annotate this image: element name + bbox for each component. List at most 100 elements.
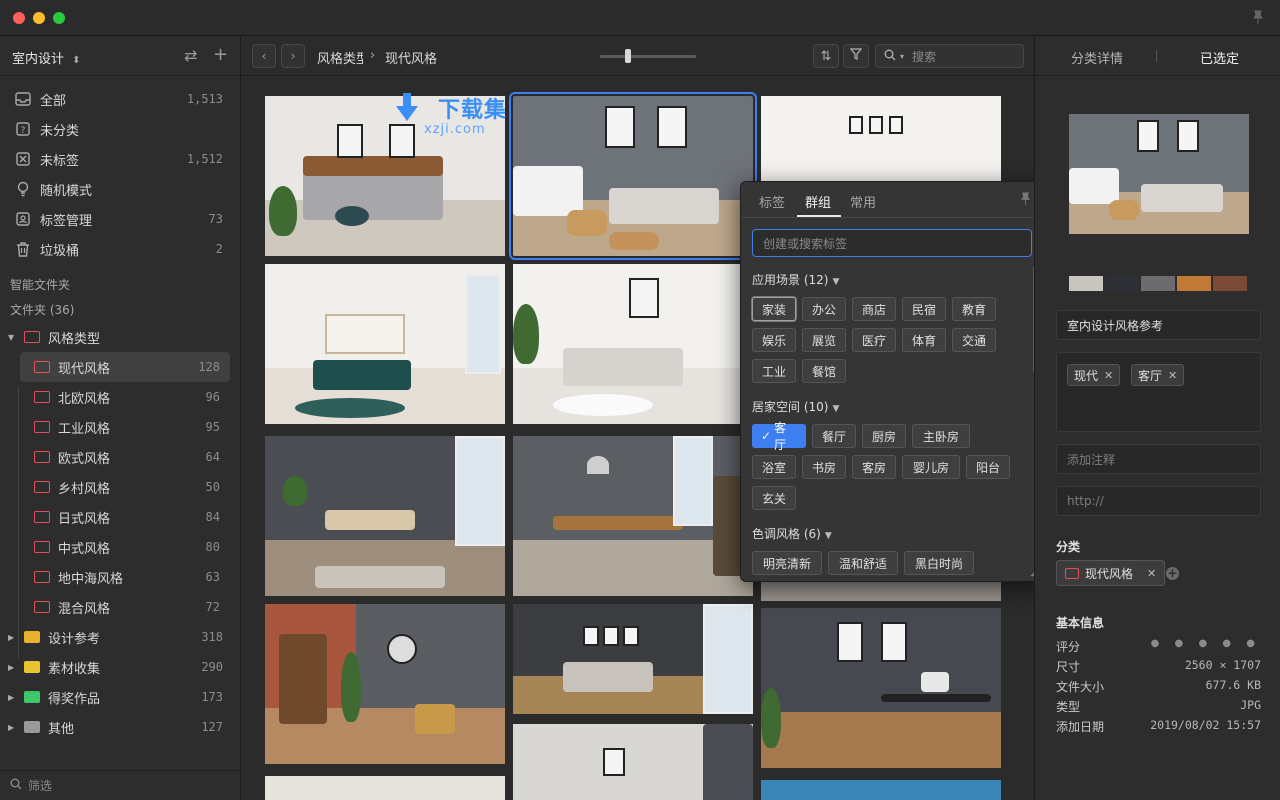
back-button[interactable]: ‹ xyxy=(252,44,276,68)
image-thumbnail-selected[interactable] xyxy=(509,92,757,260)
chevron-right-icon[interactable]: ▶ xyxy=(8,723,18,732)
nav-tag-manage[interactable]: 标签管理 73 xyxy=(8,204,233,234)
tag-chip[interactable]: 工业 xyxy=(752,359,796,383)
tag-chip[interactable]: 家装 xyxy=(752,297,796,321)
color-swatch[interactable] xyxy=(1177,276,1211,291)
color-swatch[interactable] xyxy=(1069,276,1103,291)
pin-icon[interactable] xyxy=(1252,10,1264,28)
color-swatch[interactable] xyxy=(1105,276,1139,291)
search-input[interactable]: 搜索 xyxy=(912,48,936,65)
image-thumbnail[interactable] xyxy=(513,604,753,714)
rating-stars[interactable]: ● ● ● ● ● xyxy=(1151,638,1261,649)
tag-chip[interactable]: 餐馆 xyxy=(802,359,846,383)
chevron-down-icon[interactable]: ▾ xyxy=(900,52,904,61)
image-thumbnail[interactable] xyxy=(513,436,753,596)
folder-industrial[interactable]: 工业风格 95 xyxy=(20,412,230,442)
tag-chip[interactable]: 商店 xyxy=(852,297,896,321)
pin-icon[interactable] xyxy=(1020,192,1031,208)
nav-untagged[interactable]: 未标签 1,512 xyxy=(8,144,233,174)
remove-tag-icon[interactable]: ✕ xyxy=(1168,369,1177,382)
library-switcher[interactable]: 室内设计 ⬍ xyxy=(12,48,81,67)
tag-chip[interactable]: 展览 xyxy=(802,328,846,352)
slider-handle[interactable] xyxy=(625,49,631,63)
folder-other[interactable]: ▶ 其他 127 xyxy=(8,712,233,742)
group-title-color-tones[interactable]: 色调风格 (6) ▼ xyxy=(752,525,832,542)
folder-japanese[interactable]: 日式风格 84 xyxy=(20,502,230,532)
zoom-window-button[interactable] xyxy=(53,12,65,24)
tag-chip-current[interactable]: 现代 ✕ xyxy=(1067,364,1121,386)
tag-chip[interactable]: 体育 xyxy=(902,328,946,352)
url-field[interactable]: http:// xyxy=(1056,486,1261,516)
tag-chip[interactable]: 民宿 xyxy=(902,297,946,321)
folder-european[interactable]: 欧式风格 64 xyxy=(20,442,230,472)
filter-input[interactable]: 筛选 xyxy=(28,777,52,794)
folder-modern[interactable]: 现代风格 128 xyxy=(20,352,230,382)
tag-chip[interactable]: 教育 xyxy=(952,297,996,321)
folder-awards[interactable]: ▶ 得奖作品 173 xyxy=(8,682,233,712)
swap-icon[interactable]: ⇄ xyxy=(184,46,197,65)
chevron-right-icon[interactable]: ▶ xyxy=(8,663,18,672)
tag-chip[interactable]: 黑白时尚 xyxy=(904,551,974,575)
nav-uncategorized[interactable]: ? 未分类 xyxy=(8,114,233,144)
chevron-right-icon[interactable]: ▶ xyxy=(8,693,18,702)
tab-category-details[interactable]: 分类详情 xyxy=(1071,48,1123,67)
image-thumbnail[interactable] xyxy=(265,604,505,764)
tag-chip[interactable]: 厨房 xyxy=(862,424,906,448)
image-thumbnail[interactable] xyxy=(265,264,505,424)
search-field[interactable]: ▾ 搜索 xyxy=(875,44,1024,68)
minimize-window-button[interactable] xyxy=(33,12,45,24)
forward-button[interactable]: › xyxy=(281,44,305,68)
folder-design-reference[interactable]: ▶ 设计参考 318 xyxy=(8,622,233,652)
tag-chip[interactable]: 餐厅 xyxy=(812,424,856,448)
tag-chip[interactable]: 浴室 xyxy=(752,455,796,479)
tag-chip-checked[interactable]: ✓ 客厅 xyxy=(752,421,806,452)
tab-selected[interactable]: 已选定 xyxy=(1200,48,1239,67)
folder-mediterranean[interactable]: 地中海风格 63 xyxy=(20,562,230,592)
image-thumbnail[interactable] xyxy=(513,724,753,800)
sort-button[interactable]: ⇅ xyxy=(813,44,839,68)
folder-country[interactable]: 乡村风格 50 xyxy=(20,472,230,502)
folder-chinese[interactable]: 中式风格 80 xyxy=(20,532,230,562)
smart-folders-header[interactable]: 智能文件夹 xyxy=(10,276,70,293)
image-thumbnail[interactable] xyxy=(265,776,505,800)
tag-chip[interactable]: 婴儿房 xyxy=(902,455,960,479)
group-title-scenes[interactable]: 应用场景 (12) ▼ xyxy=(752,271,839,288)
filter-bar[interactable]: 筛选 xyxy=(0,770,241,800)
image-thumbnail[interactable] xyxy=(513,264,753,424)
folder-mixed[interactable]: 混合风格 72 xyxy=(20,592,230,622)
remove-category-icon[interactable]: ✕ xyxy=(1147,567,1156,580)
nav-all[interactable]: 全部 1,513 xyxy=(8,84,233,114)
folder-nordic[interactable]: 北欧风格 96 xyxy=(20,382,230,412)
image-thumbnail[interactable] xyxy=(761,608,1001,768)
image-preview[interactable] xyxy=(1069,114,1249,234)
tag-chip[interactable]: 办公 xyxy=(802,297,846,321)
close-window-button[interactable] xyxy=(13,12,25,24)
nav-random[interactable]: 随机模式 xyxy=(8,174,233,204)
tab-common[interactable]: 常用 xyxy=(850,192,876,211)
tag-chip[interactable]: 书房 xyxy=(802,455,846,479)
folder-materials[interactable]: ▶ 素材收集 290 xyxy=(8,652,233,682)
tag-chip[interactable]: 客房 xyxy=(852,455,896,479)
image-thumbnail[interactable] xyxy=(761,780,1001,800)
category-chip[interactable]: 现代风格 ✕ xyxy=(1056,560,1166,586)
tag-chip[interactable]: 主卧房 xyxy=(912,424,970,448)
tags-field[interactable]: 现代 ✕ 客厅 ✕ xyxy=(1056,352,1261,432)
chevron-right-icon[interactable]: ▶ xyxy=(8,633,18,642)
nav-trash[interactable]: 垃圾桶 2 xyxy=(8,234,233,264)
group-title-home-spaces[interactable]: 居家空间 (10) ▼ xyxy=(752,398,839,415)
image-thumbnail[interactable] xyxy=(265,436,505,596)
color-swatch[interactable] xyxy=(1141,276,1175,291)
color-swatch[interactable] xyxy=(1213,276,1247,291)
title-field[interactable]: 室内设计风格参考 xyxy=(1056,310,1261,340)
notes-field[interactable]: 添加注释 xyxy=(1056,444,1261,474)
add-icon[interactable]: + xyxy=(213,44,228,65)
tag-chip[interactable]: 交通 xyxy=(952,328,996,352)
tag-search-input[interactable]: 创建或搜索标签 xyxy=(752,229,1032,257)
tag-chip-current[interactable]: 客厅 ✕ xyxy=(1131,364,1185,386)
chevron-down-icon[interactable]: ▼ xyxy=(8,333,18,342)
thumbnail-size-slider[interactable] xyxy=(600,55,696,58)
remove-tag-icon[interactable]: ✕ xyxy=(1104,369,1113,382)
tab-groups[interactable]: 群组 xyxy=(805,192,831,211)
tag-chip[interactable]: 明亮清新 xyxy=(752,551,822,575)
tag-chip[interactable]: 玄关 xyxy=(752,486,796,510)
